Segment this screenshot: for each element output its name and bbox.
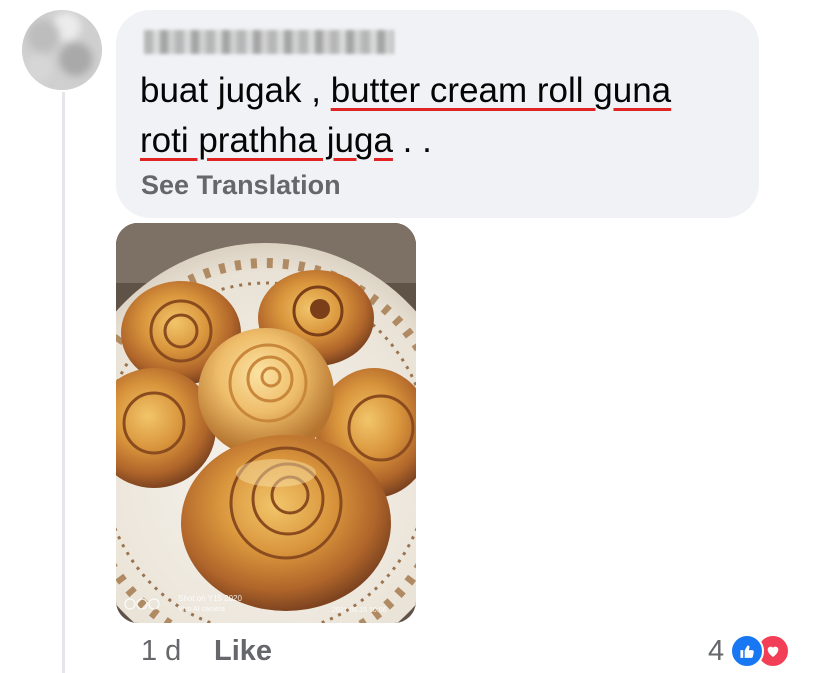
comment-text-misspelled: roti prathha juga (140, 121, 393, 160)
redaction-blur (144, 30, 394, 54)
comment-text-part: buat jugak , (140, 71, 331, 110)
comment-text: buat jugak , butter cream roll guna roti … (140, 66, 750, 166)
comment-thread: buat jugak , butter cream roll guna roti … (0, 0, 828, 673)
thumbs-up-icon (740, 644, 754, 658)
comment-text-end: . . (392, 121, 432, 160)
watermark-date: 2021.06.15 10:06 (332, 607, 387, 614)
reaction-count: 4 (708, 634, 725, 667)
like-button[interactable]: Like (214, 635, 272, 668)
comment-timestamp[interactable]: 1 d (141, 635, 181, 668)
avatar-blurred-image (22, 10, 102, 90)
heart-icon (767, 646, 779, 657)
author-name-redacted[interactable] (144, 30, 394, 54)
see-translation-link[interactable]: See Translation (141, 170, 341, 201)
comment-photo[interactable]: Shot on Y15 2020 Vivo AI camera 2021.06.… (116, 223, 416, 623)
comment-text-misspelled: butter cream roll guna (330, 71, 672, 110)
watermark-line1: Shot on Y15 2020 (178, 594, 242, 603)
pastry-photo: Shot on Y15 2020 Vivo AI camera 2021.06.… (116, 223, 416, 623)
thread-line (62, 92, 65, 673)
watermark-line2: Vivo AI camera (178, 606, 225, 613)
comment-bubble: buat jugak , butter cream roll guna roti … (116, 10, 759, 218)
like-reaction-icon (730, 634, 765, 668)
reaction-summary[interactable]: 4 (708, 632, 791, 670)
avatar[interactable] (22, 10, 102, 90)
